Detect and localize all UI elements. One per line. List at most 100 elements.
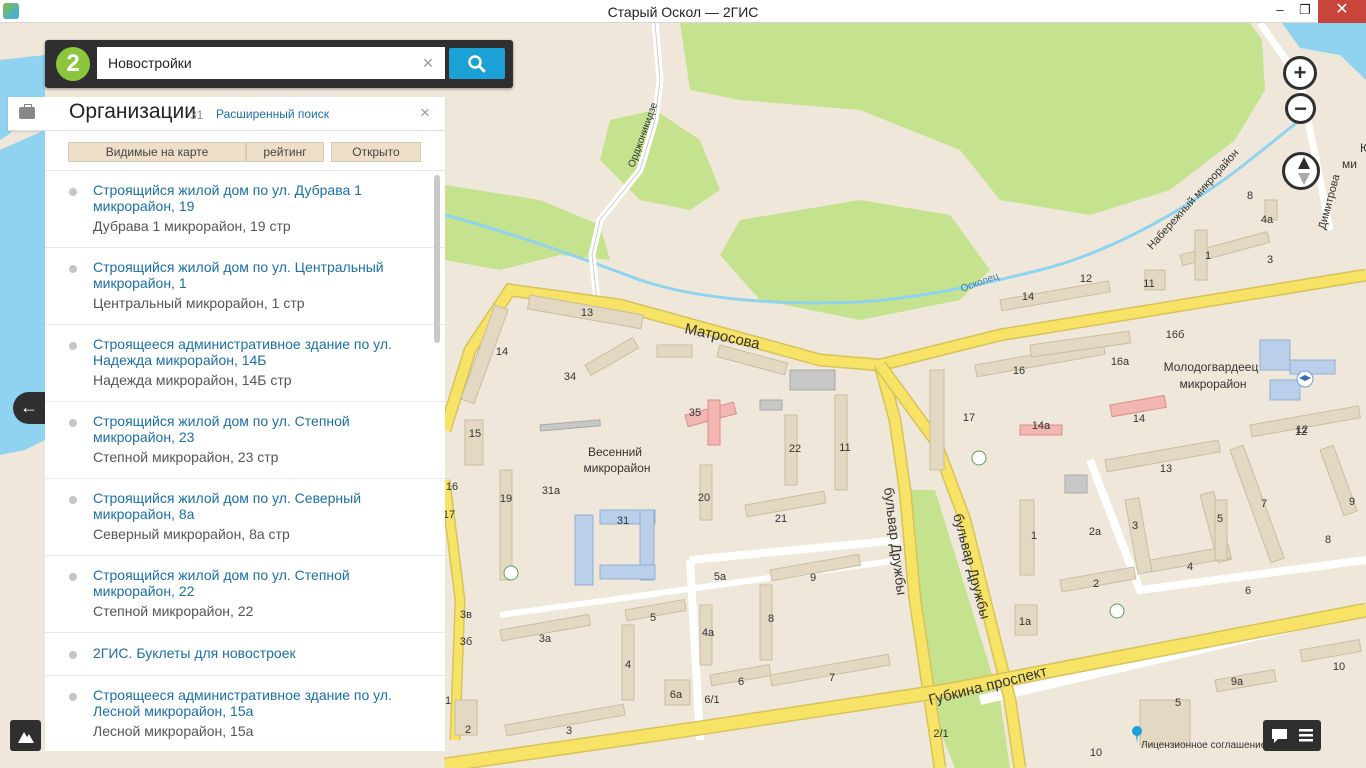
window-title: Старый Оскол — 2ГИС (607, 4, 759, 20)
list-item[interactable]: Строящийся жилой дом по ул. Дубрава 1 ми… (45, 171, 445, 248)
house-number-label: 8 (768, 613, 774, 625)
house-number-label: 3б (460, 636, 472, 648)
house-number-label: 12 (1080, 273, 1092, 285)
house-number-label: 21 (775, 513, 787, 525)
house-number-label: 11 (1143, 278, 1154, 290)
briefcase-icon (19, 104, 35, 119)
house-number-label: 6/1 (704, 694, 719, 706)
chat-menu-button[interactable] (1263, 720, 1321, 751)
list-item[interactable]: Строящийся жилой дом по ул. Центральный … (45, 248, 445, 325)
list-item[interactable]: Строящееся административное здание по ул… (45, 325, 445, 402)
house-number-label: 3а (539, 633, 552, 645)
close-window-button[interactable]: ✕ (1318, 0, 1366, 23)
bullet-icon (69, 188, 77, 196)
house-number-label: 10 (1333, 661, 1345, 673)
house-number-label: 16б (1166, 329, 1185, 341)
minimize-button[interactable]: – (1266, 0, 1294, 23)
house-number-label: 9 (810, 572, 816, 584)
house-number-label: 4а (1261, 214, 1274, 226)
list-item[interactable]: Строящийся жилой дом по ул. Степной микр… (45, 402, 445, 479)
house-number-label: 4а (702, 627, 715, 639)
filter-visible-on-map[interactable]: Видимые на карте (68, 142, 246, 162)
item-name[interactable]: Строящееся административное здание по ул… (93, 336, 413, 368)
results-count: 31 (190, 108, 204, 122)
house-number-label: 22 (789, 443, 801, 455)
2gis-logo: 2 (56, 47, 90, 81)
zoom-out-button[interactable]: − (1285, 93, 1316, 124)
bullet-icon (69, 342, 77, 350)
district-label: Весенний (588, 445, 642, 459)
layers-icon (18, 732, 34, 743)
house-number-label: 14 (1022, 291, 1034, 303)
clear-search-icon[interactable]: × (418, 52, 438, 74)
zoom-in-button[interactable]: + (1283, 56, 1317, 90)
close-results-icon[interactable]: × (420, 103, 430, 123)
house-number-label: 6а (670, 689, 683, 701)
list-item[interactable]: Строящийся жилой дом по ул. Северный мик… (45, 479, 445, 556)
house-number-label: 7 (1261, 498, 1267, 510)
house-number-label: 9 (1349, 496, 1355, 508)
house-number-label: 4 (1187, 561, 1193, 573)
district-label: Ю (1360, 141, 1366, 155)
house-number-label: 2а (1089, 526, 1102, 538)
list-item[interactable]: Строящееся административное здание по ул… (45, 676, 445, 751)
search-input[interactable] (97, 47, 445, 79)
house-number-label: 1 (1031, 530, 1037, 542)
maximize-button[interactable]: ❐ (1291, 0, 1319, 23)
layers-button[interactable] (10, 720, 41, 751)
item-address: Степной микрорайон, 23 стр (93, 449, 279, 465)
house-number-label: 20 (698, 492, 710, 504)
house-number-label: 2/1 (933, 728, 948, 740)
house-number-label: 13 (1160, 463, 1172, 475)
house-number-label: 19 (500, 493, 512, 505)
compass-icon[interactable] (1282, 152, 1320, 190)
results-list-container[interactable]: Видимые на карте рейтинг Открыто Строящи… (45, 131, 445, 751)
district-label: ми (1342, 157, 1357, 171)
house-number-label: 2 (1093, 578, 1099, 590)
item-address: Лесной микрорайон, 15а (93, 723, 254, 739)
house-number-label: 8 (1325, 534, 1331, 546)
house-number-label: 5 (1217, 513, 1223, 525)
filter-bar: Видимые на карте рейтинг Открыто (45, 131, 445, 171)
list-item[interactable]: 2ГИС. Буклеты для новостроек (45, 633, 445, 676)
search-button[interactable] (449, 48, 505, 79)
house-number-label: 3 (1132, 520, 1138, 532)
results-panel: Организации 31 Расширенный поиск × Видим… (8, 97, 445, 751)
license-link[interactable]: Лицензионное соглашение (1141, 740, 1266, 751)
house-number-label: 11 (839, 442, 850, 454)
house-number-label: 1 (445, 695, 451, 707)
item-name[interactable]: Строящееся административное здание по ул… (93, 687, 413, 719)
house-number-label: 10 (1090, 747, 1102, 759)
house-number-label: 14 (496, 346, 508, 358)
district-label: микрорайон (584, 461, 651, 475)
item-address: Дубрава 1 микрорайон, 19 стр (93, 218, 291, 234)
item-name[interactable]: 2ГИС. Буклеты для новостроек (93, 645, 413, 661)
house-number-label: 6 (1245, 585, 1251, 597)
house-number-label: 5а (714, 571, 727, 583)
house-number-label: 15 (469, 428, 481, 440)
item-address: Степной микрорайон, 22 (93, 603, 254, 619)
item-name[interactable]: Строящийся жилой дом по ул. Дубрава 1 ми… (93, 182, 413, 214)
house-number-label: 3в (460, 609, 472, 621)
item-name[interactable]: Строящийся жилой дом по ул. Степной микр… (93, 413, 413, 445)
filter-open[interactable]: Открыто (331, 142, 421, 162)
house-number-label: 6 (738, 676, 744, 688)
house-number-label: 7 (829, 672, 835, 684)
results-scrollbar[interactable] (434, 175, 440, 343)
back-arrow-icon[interactable]: ← (13, 392, 45, 424)
item-name[interactable]: Строящийся жилой дом по ул. Северный мик… (93, 490, 413, 522)
house-number-label: 16 (1013, 365, 1025, 377)
chat-icon (1272, 729, 1287, 743)
house-number-label: 31а (542, 485, 561, 497)
bullet-icon (69, 651, 77, 659)
filter-rating[interactable]: рейтинг (246, 142, 324, 162)
list-item[interactable]: Строящийся жилой дом по ул. Степной микр… (45, 556, 445, 633)
house-number-label: 9а (1231, 676, 1244, 688)
house-number-label: 1 (1205, 250, 1211, 262)
item-name[interactable]: Строящийся жилой дом по ул. Центральный … (93, 259, 413, 291)
advanced-search-link[interactable]: Расширенный поиск (216, 107, 329, 121)
item-name[interactable]: Строящийся жилой дом по ул. Степной микр… (93, 567, 413, 599)
search-icon (468, 55, 486, 73)
house-number-label: 5 (650, 612, 656, 624)
house-number-label: 1а (1019, 616, 1032, 628)
